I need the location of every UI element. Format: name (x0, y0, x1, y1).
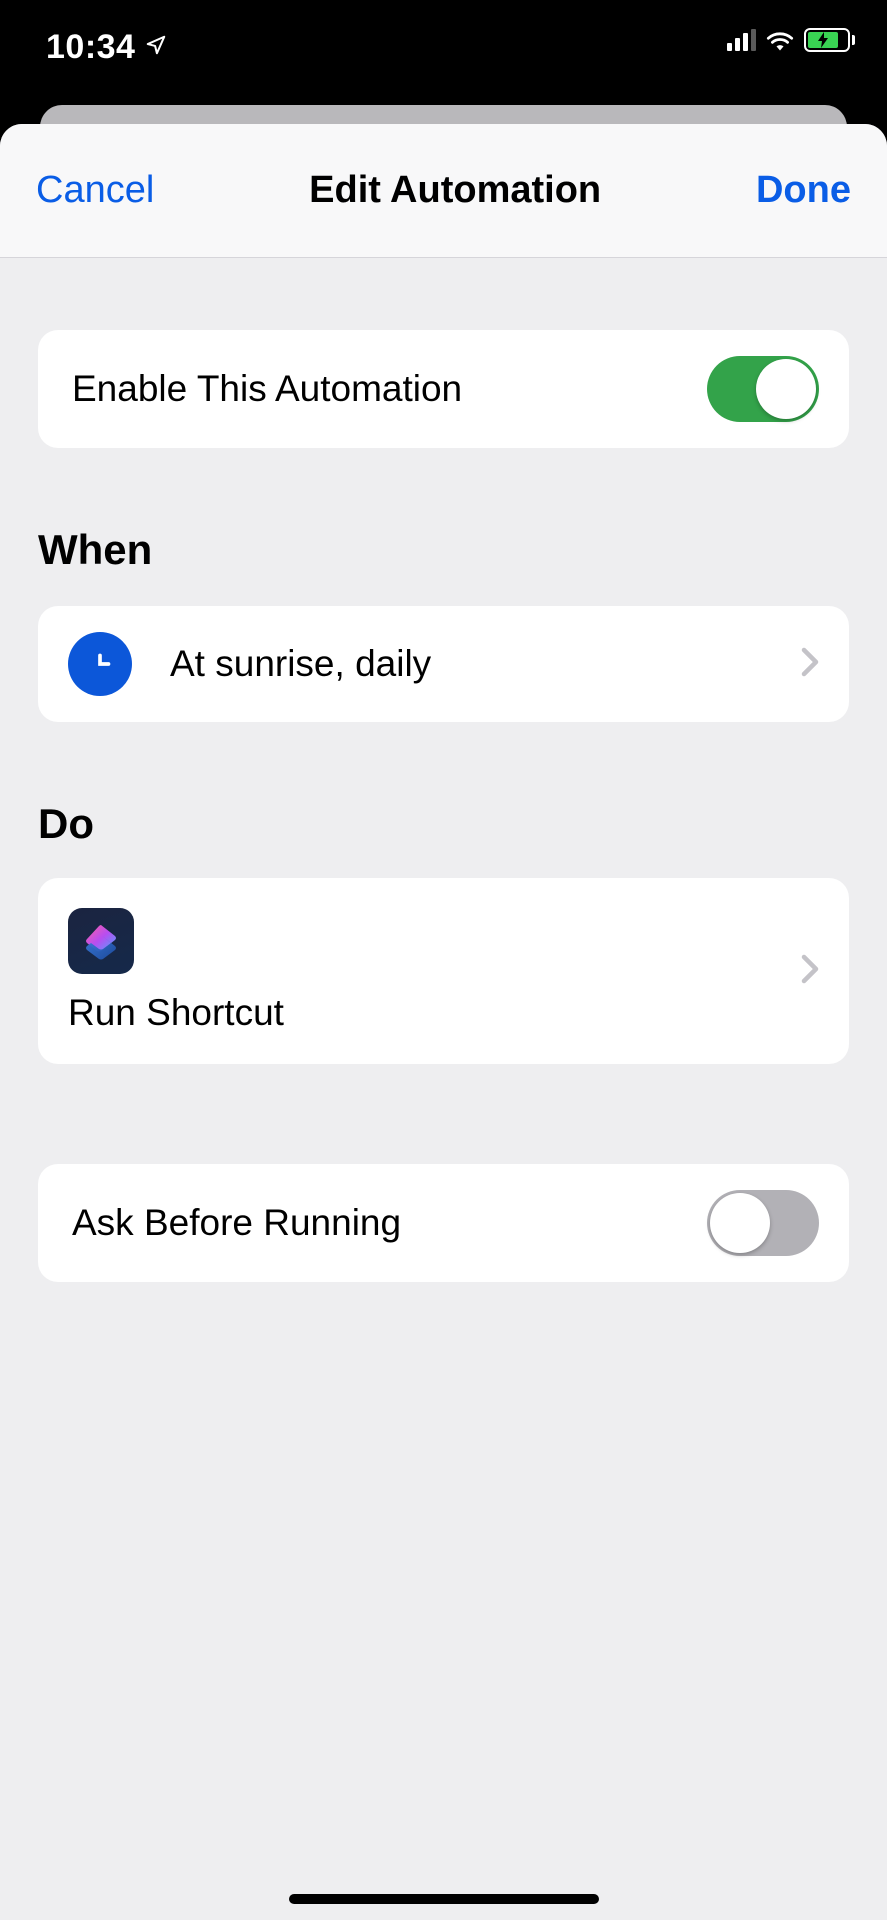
clock-icon (68, 632, 132, 696)
status-right (727, 28, 855, 52)
enable-automation-label: Enable This Automation (72, 368, 707, 410)
home-indicator[interactable] (289, 1894, 599, 1904)
when-trigger-text: At sunrise, daily (170, 643, 763, 685)
enable-automation-toggle[interactable] (707, 356, 819, 422)
chevron-right-icon (801, 647, 819, 682)
when-trigger-row[interactable]: At sunrise, daily (38, 606, 849, 722)
cellular-signal-icon (727, 29, 756, 51)
enable-automation-card: Enable This Automation (38, 330, 849, 448)
cancel-button[interactable]: Cancel (36, 169, 154, 212)
status-left: 10:34 (46, 28, 167, 67)
status-bar: 10:34 (0, 0, 887, 105)
status-time: 10:34 (46, 28, 135, 67)
ask-before-running-card: Ask Before Running (38, 1164, 849, 1282)
wifi-icon (766, 29, 794, 51)
when-card: At sunrise, daily (38, 606, 849, 722)
shortcuts-app-icon (68, 908, 134, 974)
do-card: Run Shortcut (38, 878, 849, 1064)
ask-before-running-label: Ask Before Running (72, 1202, 707, 1244)
location-icon (145, 34, 167, 61)
do-action-label: Run Shortcut (68, 992, 775, 1034)
ask-before-running-toggle[interactable] (707, 1190, 819, 1256)
chevron-right-icon (801, 954, 819, 989)
edit-automation-sheet: Cancel Edit Automation Done Enable This … (0, 124, 887, 1920)
nav-bar: Cancel Edit Automation Done (0, 124, 887, 258)
page-title: Edit Automation (309, 169, 601, 212)
battery-charging-icon (804, 28, 855, 52)
do-action-row[interactable]: Run Shortcut (38, 878, 849, 1064)
done-button[interactable]: Done (756, 169, 851, 212)
when-section-header: When (38, 526, 849, 574)
do-section-header: Do (38, 800, 849, 848)
